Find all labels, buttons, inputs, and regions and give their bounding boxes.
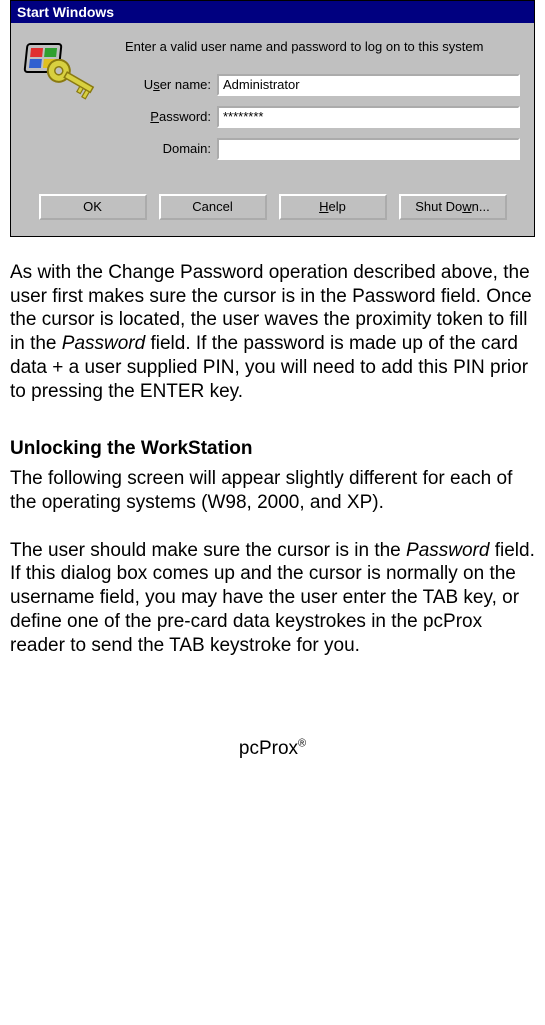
help-button[interactable]: Help bbox=[279, 194, 387, 220]
ok-button[interactable]: OK bbox=[39, 194, 147, 220]
document-body: As with the Change Password operation de… bbox=[8, 261, 537, 761]
dialog-button-row: OK Cancel Help Shut Down... bbox=[11, 176, 534, 236]
shutdown-button[interactable]: Shut Down... bbox=[399, 194, 507, 220]
logon-dialog: Start Windows bbox=[10, 0, 535, 237]
paragraph-3: The user should make sure the cursor is … bbox=[10, 539, 535, 658]
password-row: Password: bbox=[125, 106, 520, 128]
dialog-title: Start Windows bbox=[17, 4, 114, 20]
username-input[interactable] bbox=[217, 74, 520, 96]
windows-key-icon bbox=[25, 43, 103, 105]
password-input[interactable] bbox=[217, 106, 520, 128]
domain-input[interactable] bbox=[217, 138, 520, 160]
paragraph-2: The following screen will appear slightl… bbox=[10, 467, 535, 515]
paragraph-1: As with the Change Password operation de… bbox=[10, 261, 535, 404]
domain-row: Domain: bbox=[125, 138, 520, 160]
page-footer: pcProx® bbox=[10, 737, 535, 761]
key-icon bbox=[41, 59, 103, 107]
section-heading: Unlocking the WorkStation bbox=[10, 437, 535, 461]
dialog-icon-column bbox=[25, 39, 111, 170]
dialog-instruction: Enter a valid user name and password to … bbox=[125, 39, 520, 56]
username-label: User name: bbox=[125, 77, 217, 92]
domain-label: Domain: bbox=[125, 141, 217, 156]
dialog-titlebar: Start Windows bbox=[11, 1, 534, 23]
username-row: User name: bbox=[125, 74, 520, 96]
password-label: Password: bbox=[125, 109, 217, 124]
cancel-button[interactable]: Cancel bbox=[159, 194, 267, 220]
